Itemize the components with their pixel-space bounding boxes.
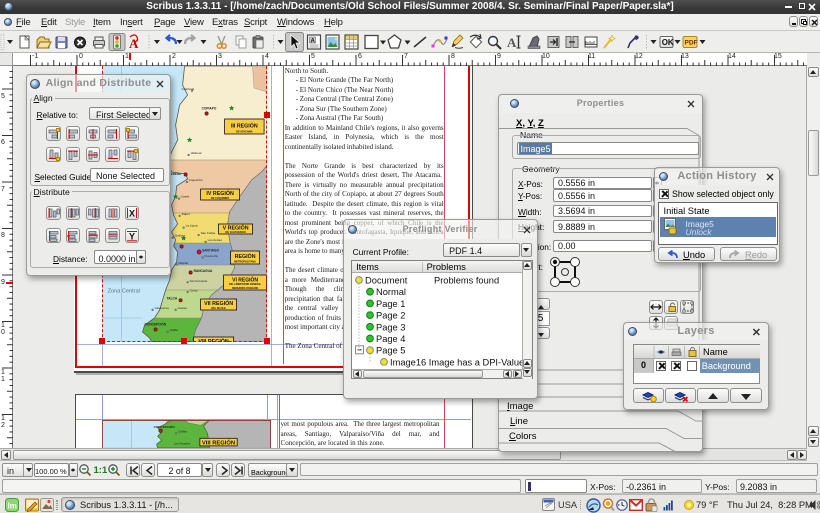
svg-text:OK: OK [662,38,674,47]
svg-text:VIII REGIÓN: VIII REGIÓN [202,439,235,447]
svg-text:lm: lm [8,502,17,511]
svg-text:X: X [129,209,135,219]
svg-text:1:1: 1:1 [94,465,108,476]
svg-text:A: A [507,35,517,50]
svg-text:Page 3: Page 3 [376,322,405,332]
svg-text:Page 1: Page 1 [376,298,405,308]
svg-text:CONCEPCIÓN: CONCEPCIÓN [154,424,176,429]
svg-text:Normal: Normal [376,287,406,297]
svg-text:Y: Y [129,231,135,241]
svg-text:PDF: PDF [685,40,698,47]
svg-text:Page 5: Page 5 [376,345,405,355]
svg-text:A: A [311,39,316,45]
svg-text:Document: Document [365,275,408,285]
svg-text:Page 2: Page 2 [376,310,405,320]
svg-text:Chillán: Chillán [178,430,188,434]
svg-text:Problems found: Problems found [434,275,499,285]
svg-text:Image16 Image has a DPI-Value: Image16 Image has a DPI-Value les [390,357,522,367]
svg-text:Los Angeles: Los Angeles [174,441,191,445]
svg-text:Page 4: Page 4 [376,334,405,344]
